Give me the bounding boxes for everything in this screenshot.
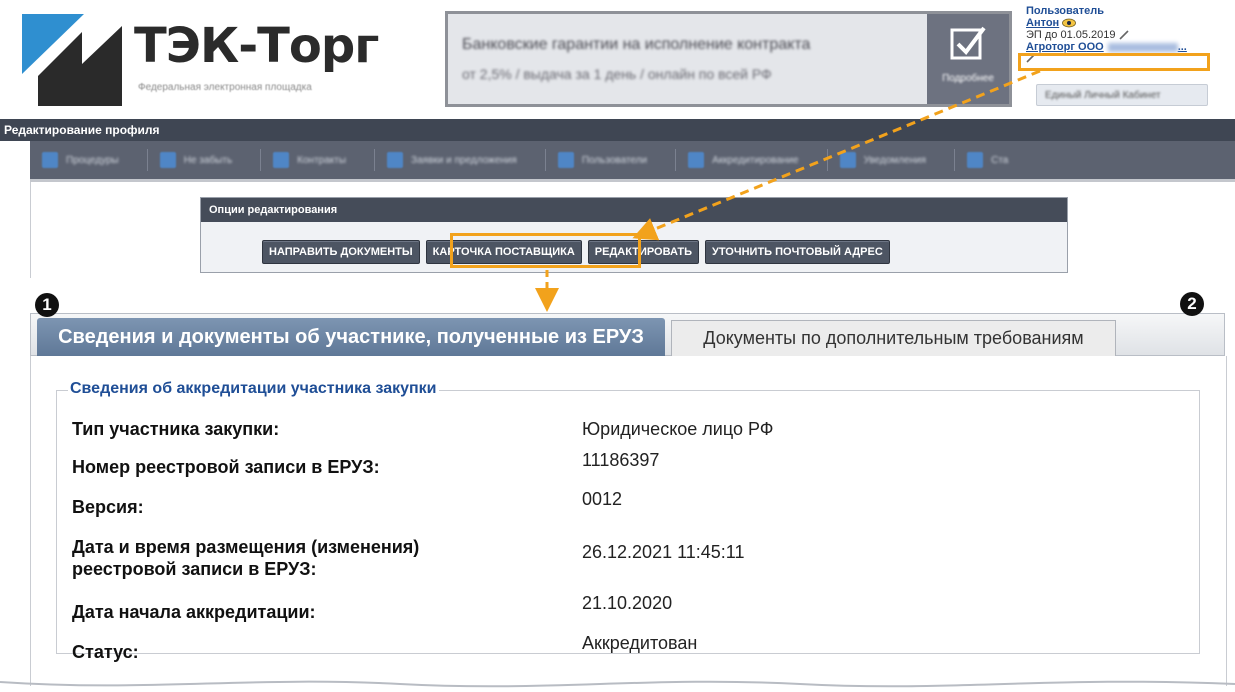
nav-label: Контракты bbox=[297, 154, 347, 166]
participant-type-value: Юридическое лицо РФ bbox=[582, 419, 774, 439]
step-badge-2: 2 bbox=[1180, 292, 1204, 316]
status-label: Статус: bbox=[72, 642, 139, 662]
logo-mark-icon bbox=[22, 14, 122, 106]
nav-icon bbox=[688, 152, 705, 168]
personal-cabinet-button[interactable]: Единый Личный Кабинет bbox=[1036, 84, 1208, 106]
accreditation-start-label: Дата начала аккредитации: bbox=[72, 602, 316, 622]
organization-highlight bbox=[1018, 53, 1210, 71]
placement-datetime-value: 26.12.2021 11:45:11 bbox=[582, 542, 745, 562]
send-documents-button[interactable]: НАПРАВИТЬ ДОКУМЕНТЫ bbox=[262, 240, 420, 264]
nav-label: Не забыть bbox=[183, 154, 233, 166]
nav-item-accreditation[interactable]: Аккредитирование bbox=[676, 141, 799, 179]
nav-icon bbox=[42, 152, 58, 168]
nav-icon bbox=[967, 152, 984, 168]
nav-icon bbox=[159, 152, 176, 168]
nav-icon bbox=[273, 152, 290, 168]
user-heading: Пользователь bbox=[1026, 5, 1105, 17]
tab-additional-documents[interactable]: Документы по дополнительным требованиям bbox=[671, 320, 1116, 356]
version-label: Версия: bbox=[72, 497, 144, 517]
nav-item-applications[interactable]: Заявки и предложения bbox=[375, 141, 517, 179]
nav-item-notifications[interactable]: Уведомления bbox=[828, 141, 927, 179]
nav-icon bbox=[557, 152, 574, 168]
torn-edge bbox=[0, 680, 1235, 688]
status-value: Аккредитован bbox=[582, 633, 698, 653]
banner-more-button[interactable]: Подробнее bbox=[927, 14, 1009, 104]
organization-link[interactable]: Агроторг ООО... bbox=[1026, 41, 1226, 53]
banner-line-1: Банковские гарантии на исполнение контра… bbox=[462, 36, 811, 53]
ad-banner[interactable]: Банковские гарантии на исполнение контра… bbox=[445, 11, 1012, 107]
personal-cabinet-label: Единый Личный Кабинет bbox=[1045, 90, 1161, 101]
version-value: 0012 bbox=[582, 489, 623, 509]
left-divider bbox=[30, 182, 31, 278]
nav-icon bbox=[839, 152, 856, 168]
eye-icon[interactable] bbox=[1062, 18, 1077, 28]
organization-blurred bbox=[1107, 42, 1178, 52]
nav-label: Уведомления bbox=[863, 154, 927, 166]
logo-subtitle: Федеральная электронная площадка bbox=[138, 82, 312, 93]
logo[interactable]: ТЭК-Торг Федеральная электронная площадк… bbox=[22, 12, 422, 108]
nav-label: Аккредитирование bbox=[712, 154, 799, 166]
banner-more-label: Подробнее bbox=[942, 73, 994, 84]
registry-number-label: Номер реестровой записи в ЕРУЗ: bbox=[72, 457, 380, 477]
nav-icon bbox=[387, 152, 404, 168]
ep-validity: ЭП до 01.05.2019 bbox=[1026, 29, 1116, 41]
accreditation-legend: Сведения об аккредитации участника закуп… bbox=[68, 380, 439, 398]
tab-eruz-info[interactable]: Сведения и документы об участнике, получ… bbox=[37, 318, 665, 356]
organization-ellipsis: ... bbox=[1177, 41, 1187, 53]
placement-datetime-label-line2: реестровой записи в ЕРУЗ: bbox=[72, 559, 317, 579]
checkbox-icon bbox=[950, 26, 986, 60]
main-nav: Процедуры Не забыть Контракты Заявки и п… bbox=[30, 141, 1235, 182]
logo-title: ТЭК-Торг bbox=[134, 18, 379, 74]
placement-datetime-label: Дата и время размещения (изменения) bbox=[72, 537, 420, 557]
nav-label: Процедуры bbox=[66, 154, 119, 166]
accreditation-start-value: 21.10.2020 bbox=[582, 593, 673, 613]
pencil-icon[interactable] bbox=[1119, 30, 1129, 40]
user-name-link[interactable]: Антон bbox=[1026, 17, 1059, 29]
step-badge-1: 1 bbox=[35, 293, 59, 317]
participant-type-label: Тип участника закупки: bbox=[72, 419, 280, 439]
nav-label: Ста bbox=[991, 154, 1009, 166]
clarify-postal-address-button[interactable]: УТОЧНИТЬ ПОЧТОВЫЙ АДРЕС bbox=[705, 240, 890, 264]
nav-item-reminders[interactable]: Не забыть bbox=[148, 141, 232, 179]
page-title: Редактирование профиля bbox=[0, 119, 1235, 141]
nav-label: Заявки и предложения bbox=[411, 154, 517, 166]
nav-item-users[interactable]: Пользователи bbox=[546, 141, 647, 179]
banner-line-2: от 2,5% / выдача за 1 день / онлайн по в… bbox=[462, 66, 772, 82]
supplier-card-highlight bbox=[450, 233, 641, 268]
nav-label: Пользователи bbox=[581, 154, 648, 166]
nav-item-procedures[interactable]: Процедуры bbox=[30, 141, 119, 179]
nav-item-contracts[interactable]: Контракты bbox=[261, 141, 346, 179]
organization-name: Агроторг ООО bbox=[1026, 41, 1104, 53]
nav-item-more[interactable]: Ста bbox=[955, 141, 1008, 179]
edit-options-heading: Опции редактирования bbox=[201, 198, 1067, 222]
registry-number-value: 11186397 bbox=[582, 450, 660, 470]
